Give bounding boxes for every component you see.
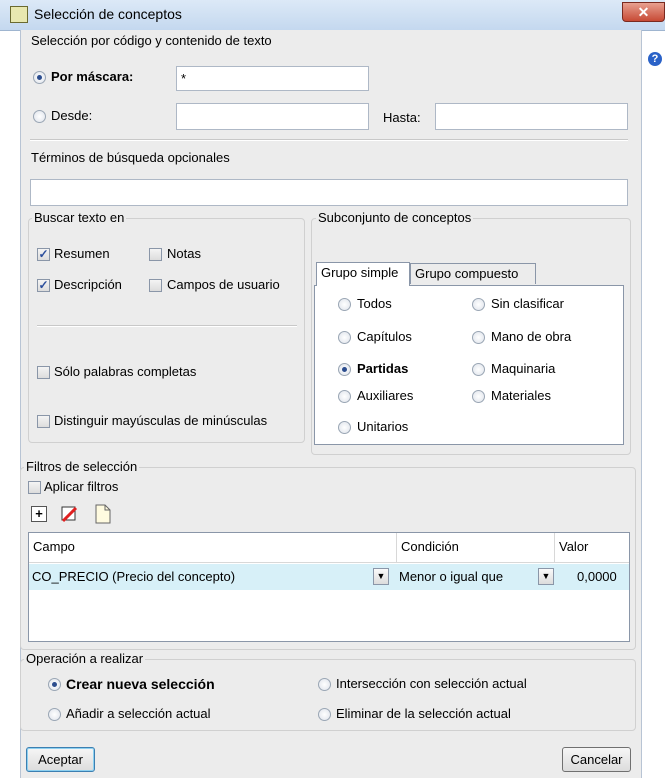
hasta-input[interactable] <box>435 103 628 130</box>
materiales-radio[interactable] <box>472 390 485 403</box>
col-condicion-header[interactable]: Condición <box>397 533 555 563</box>
todos-radio[interactable] <box>338 298 351 311</box>
eliminar-label: Eliminar de la selección actual <box>336 706 511 721</box>
sin-clasificar-radio[interactable] <box>472 298 485 311</box>
mascara-input[interactable]: * <box>176 66 369 91</box>
terminos-input[interactable] <box>30 179 628 206</box>
capitulos-label: Capítulos <box>357 329 412 344</box>
app-icon <box>10 6 28 23</box>
por-mascara-radio[interactable] <box>33 71 46 84</box>
interseccion-radio[interactable] <box>318 678 331 691</box>
unitarios-radio[interactable] <box>338 421 351 434</box>
campo-dropdown-icon[interactable]: ▼ <box>373 568 389 585</box>
window-title: Selección de conceptos <box>34 6 182 22</box>
copy-filter-icon[interactable] <box>94 504 111 524</box>
hasta-label: Hasta: <box>383 110 421 125</box>
resumen-checkbox[interactable]: ✓ <box>37 248 50 261</box>
delete-filter-icon[interactable] <box>60 505 78 523</box>
auxiliares-radio[interactable] <box>338 390 351 403</box>
interseccion-label: Intersección con selección actual <box>336 676 527 691</box>
aceptar-button[interactable]: Aceptar <box>26 747 95 772</box>
distinguir-label: Distinguir mayúsculas de minúsculas <box>54 413 268 428</box>
help-icon[interactable]: ? <box>648 52 662 66</box>
aplicar-filtros-label: Aplicar filtros <box>44 479 119 494</box>
operacion-legend: Operación a realizar <box>24 651 146 666</box>
anadir-label: Añadir a selección actual <box>66 706 211 721</box>
close-button[interactable]: ✕ <box>622 2 665 22</box>
solo-palabras-checkbox[interactable] <box>37 366 50 379</box>
seleccion-codigo-legend: Selección por código y contenido de text… <box>31 33 272 48</box>
filtros-legend: Filtros de selección <box>24 459 140 474</box>
capitulos-radio[interactable] <box>338 331 351 344</box>
desde-input[interactable] <box>176 103 369 130</box>
cancelar-button[interactable]: Cancelar <box>562 747 631 772</box>
divider <box>30 139 628 141</box>
sin-clasificar-label: Sin clasificar <box>491 296 564 311</box>
descripcion-label: Descripción <box>54 277 122 292</box>
partidas-label: Partidas <box>357 361 409 376</box>
anadir-radio[interactable] <box>48 708 61 721</box>
desde-radio[interactable] <box>33 110 46 123</box>
add-filter-icon[interactable]: + <box>31 506 47 522</box>
aplicar-filtros-checkbox[interactable] <box>28 481 41 494</box>
crear-radio[interactable] <box>48 678 61 691</box>
desde-label: Desde: <box>51 108 93 123</box>
maquinaria-label: Maquinaria <box>491 361 556 376</box>
subconjunto-legend: Subconjunto de conceptos <box>316 210 474 225</box>
descripcion-checkbox[interactable]: ✓ <box>37 279 50 292</box>
col-campo-header[interactable]: Campo <box>29 533 397 563</box>
eliminar-radio[interactable] <box>318 708 331 721</box>
auxiliares-label: Auxiliares <box>357 388 414 403</box>
row-valor-cell[interactable]: 0,0000 <box>577 569 617 584</box>
condicion-dropdown-icon[interactable]: ▼ <box>538 568 554 585</box>
campos-usuario-checkbox[interactable] <box>149 279 162 292</box>
notas-label: Notas <box>167 246 201 261</box>
notas-checkbox[interactable] <box>149 248 162 261</box>
tab-grupo-compuesto[interactable]: Grupo compuesto <box>410 263 536 284</box>
unitarios-label: Unitarios <box>357 419 409 434</box>
col-valor-header[interactable]: Valor <box>555 533 629 563</box>
terminos-label: Términos de búsqueda opcionales <box>31 150 230 165</box>
mano-obra-radio[interactable] <box>472 331 485 344</box>
resumen-label: Resumen <box>54 246 110 261</box>
crear-label: Crear nueva selección <box>66 676 215 692</box>
row-campo-cell[interactable]: CO_PRECIO (Precio del concepto) <box>32 569 235 584</box>
distinguir-checkbox[interactable] <box>37 415 50 428</box>
solo-palabras-label: Sólo palabras completas <box>54 364 197 379</box>
row-condicion-cell[interactable]: Menor o igual que <box>399 569 503 584</box>
todos-label: Todos <box>357 296 392 311</box>
por-mascara-label: Por máscara: <box>51 69 134 84</box>
maquinaria-radio[interactable] <box>472 363 485 376</box>
tab-grupo-simple[interactable]: Grupo simple <box>316 262 410 286</box>
campos-usuario-label: Campos de usuario <box>167 277 280 292</box>
mano-obra-label: Mano de obra <box>491 329 572 344</box>
divider <box>37 325 297 327</box>
materiales-label: Materiales <box>491 388 551 403</box>
buscar-texto-legend: Buscar texto en <box>32 210 127 225</box>
partidas-radio[interactable] <box>338 363 351 376</box>
